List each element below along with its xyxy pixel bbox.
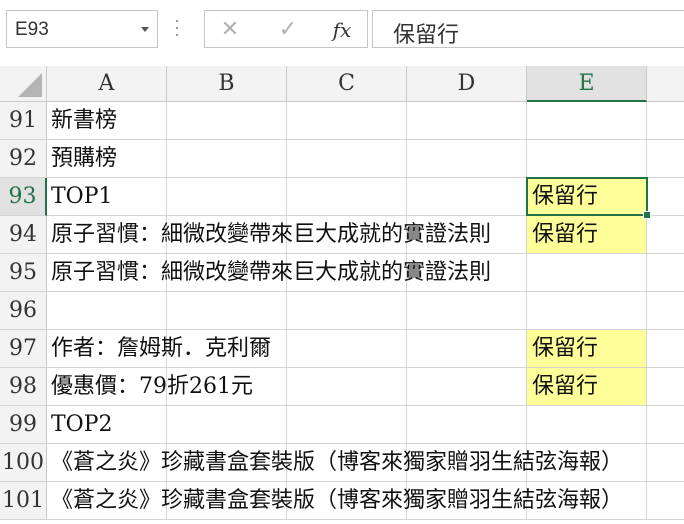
cell-d91[interactable] <box>407 102 527 140</box>
cell-text-a97: 作者：詹姆斯．克利爾 <box>51 336 272 361</box>
drag-handle-icon[interactable] <box>175 20 179 40</box>
cell-f95[interactable] <box>647 254 684 292</box>
row-header[interactable]: 93 <box>0 178 47 216</box>
row-header[interactable]: 98 <box>0 368 47 406</box>
cell-f91[interactable] <box>647 102 684 140</box>
cell-f94[interactable] <box>647 216 684 254</box>
column-header-d[interactable]: D <box>407 66 527 102</box>
column-header-a[interactable]: A <box>47 66 167 102</box>
cell-text-e97: 保留行 <box>532 330 645 367</box>
cell-f99[interactable] <box>647 406 684 444</box>
cell-text-e98: 保留行 <box>532 368 645 405</box>
row-header[interactable]: 99 <box>0 406 47 444</box>
cell-text-e94: 保留行 <box>532 216 645 253</box>
column-header-b[interactable]: B <box>167 66 287 102</box>
cell-c98[interactable] <box>287 368 407 406</box>
column-header-e[interactable]: E <box>527 66 647 102</box>
row-header[interactable]: 100 <box>0 444 47 482</box>
name-box-value[interactable]: E93 <box>15 19 49 41</box>
fill-handle[interactable] <box>643 211 651 219</box>
cell-b96[interactable] <box>167 292 287 330</box>
cell-f93[interactable] <box>647 178 684 216</box>
cell-text-a101: 《蒼之炎》珍藏書盒套裝版（博客來獨家贈羽生結弦海報） <box>51 488 624 513</box>
active-cell-outline <box>526 177 648 216</box>
row-header[interactable]: 101 <box>0 482 47 520</box>
formula-input[interactable]: 保留行 <box>372 10 684 48</box>
cell-f92[interactable] <box>647 140 684 178</box>
cell-text-a98: 優惠價：79折261元 <box>51 374 253 399</box>
cell-f101[interactable] <box>647 482 684 520</box>
cell-b93[interactable] <box>167 178 287 216</box>
chevron-down-icon[interactable] <box>141 27 149 32</box>
cell-d98[interactable] <box>407 368 527 406</box>
cell-a96[interactable] <box>47 292 167 330</box>
column-header-c[interactable]: C <box>287 66 407 102</box>
cell-d97[interactable] <box>407 330 527 368</box>
cell-e95[interactable] <box>527 254 647 292</box>
row-header[interactable]: 94 <box>0 216 47 254</box>
cell-c97[interactable] <box>287 330 407 368</box>
cell-e92[interactable] <box>527 140 647 178</box>
cell-b91[interactable] <box>167 102 287 140</box>
cell-f100[interactable] <box>647 444 684 482</box>
cell-text-a91: 新書榜 <box>51 108 118 133</box>
cell-e96[interactable] <box>527 292 647 330</box>
cell-text-a99: TOP2 <box>51 412 113 437</box>
insert-function-button[interactable]: fx <box>325 15 359 45</box>
cell-e91[interactable] <box>527 102 647 140</box>
cell-d93[interactable] <box>407 178 527 216</box>
select-all-icon <box>18 73 42 97</box>
formula-buttons: ✕ ✓ fx <box>204 10 368 48</box>
row-header[interactable]: 92 <box>0 140 47 178</box>
name-box[interactable]: E93 <box>6 10 158 48</box>
cancel-icon[interactable]: ✕ <box>213 15 247 45</box>
cell-d96[interactable] <box>407 292 527 330</box>
cell-c92[interactable] <box>287 140 407 178</box>
column-header-f[interactable] <box>647 66 684 102</box>
cell-c93[interactable] <box>287 178 407 216</box>
cell-f98[interactable] <box>647 368 684 406</box>
formula-bar: E93 ✕ ✓ fx 保留行 <box>0 0 684 66</box>
cell-c91[interactable] <box>287 102 407 140</box>
cell-text-a92: 預購榜 <box>51 146 118 171</box>
row-header[interactable]: 91 <box>0 102 47 140</box>
cell-e99[interactable] <box>527 406 647 444</box>
cell-c96[interactable] <box>287 292 407 330</box>
formula-input-value[interactable]: 保留行 <box>393 17 459 49</box>
cell-text-a93: TOP1 <box>51 184 113 209</box>
cell-f96[interactable] <box>647 292 684 330</box>
cell-text-a100: 《蒼之炎》珍藏書盒套裝版（博客來獨家贈羽生結弦海報） <box>51 450 624 475</box>
row-header[interactable]: 97 <box>0 330 47 368</box>
cell-d99[interactable] <box>407 406 527 444</box>
row-header[interactable]: 95 <box>0 254 47 292</box>
cell-c99[interactable] <box>287 406 407 444</box>
cell-text-a94: 原子習慣：細微改變帶來巨大成就的實證法則 <box>51 222 492 247</box>
cell-b99[interactable] <box>167 406 287 444</box>
select-all-button[interactable] <box>0 66 47 102</box>
cell-b92[interactable] <box>167 140 287 178</box>
cell-f97[interactable] <box>647 330 684 368</box>
enter-icon[interactable]: ✓ <box>271 15 305 45</box>
cell-text-a95: 原子習慣：細微改變帶來巨大成就的實證法則 <box>51 260 492 285</box>
row-header[interactable]: 96 <box>0 292 47 330</box>
cell-d92[interactable] <box>407 140 527 178</box>
